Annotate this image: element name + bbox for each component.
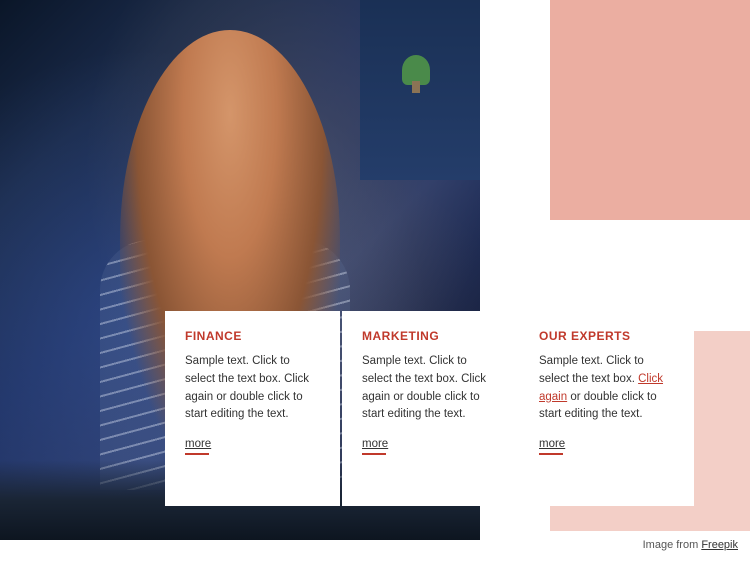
marketing-card-title: MARKETING — [362, 329, 497, 343]
finance-card: FINANCE Sample text. Click to select the… — [165, 311, 340, 506]
freepik-link[interactable]: Freepik — [701, 539, 738, 551]
experts-body-before-link: Sample text. Click to select the text bo… — [539, 355, 644, 385]
deco-rect-top — [550, 0, 750, 220]
attribution: Image from Freepik — [643, 539, 738, 551]
experts-card: OUR EXPERTS Sample text. Click to select… — [519, 311, 694, 506]
experts-card-body: Sample text. Click to select the text bo… — [539, 353, 674, 424]
experts-card-title: OUR EXPERTS — [539, 329, 674, 343]
experts-more-link[interactable]: more — [539, 438, 674, 450]
marketing-more-link[interactable]: more — [362, 438, 497, 450]
plant-decoration — [402, 55, 430, 85]
marketing-card-body: Sample text. Click to select the text bo… — [362, 353, 497, 424]
attribution-prefix: Image from — [643, 539, 699, 551]
page-container: FINANCE Sample text. Click to select the… — [0, 0, 750, 561]
finance-more-link[interactable]: more — [185, 438, 320, 450]
cards-area: FINANCE Sample text. Click to select the… — [165, 311, 694, 506]
finance-more-line — [185, 453, 209, 455]
lamp-light — [260, 140, 320, 210]
marketing-card: MARKETING Sample text. Click to select t… — [342, 311, 517, 506]
experts-more-line — [539, 453, 563, 455]
shelf-area — [360, 0, 480, 180]
marketing-more-line — [362, 453, 386, 455]
finance-card-body: Sample text. Click to select the text bo… — [185, 353, 320, 424]
finance-card-title: FINANCE — [185, 329, 320, 343]
